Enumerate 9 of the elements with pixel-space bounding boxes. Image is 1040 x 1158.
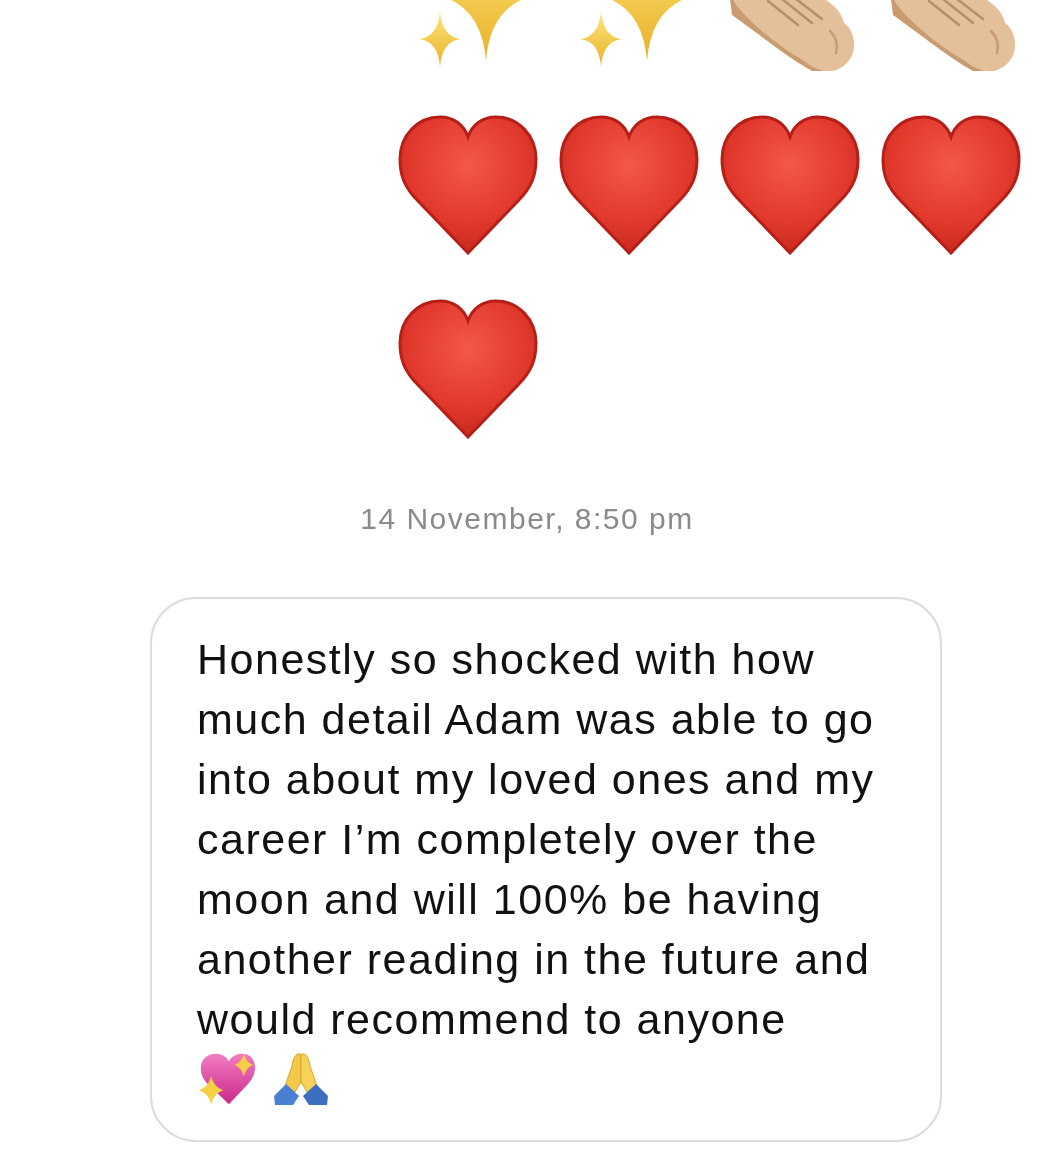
message-text: Honestly so shocked with how much detail Adam was able to go into about my loved ones and my career I’m completely over the moon and will 100% be having another reading in the future and would recommend to anyone [197, 635, 875, 1043]
timestamp: 14 November, 8:50 pm [359, 501, 695, 537]
folded-hands-icon [271, 1052, 331, 1106]
heart-icon [720, 115, 860, 255]
heart-icon [398, 115, 538, 255]
sparkling-heart-icon [197, 1051, 257, 1107]
heart-icon [559, 115, 699, 255]
heart-icon [398, 299, 538, 439]
heart-icon [881, 115, 1021, 255]
